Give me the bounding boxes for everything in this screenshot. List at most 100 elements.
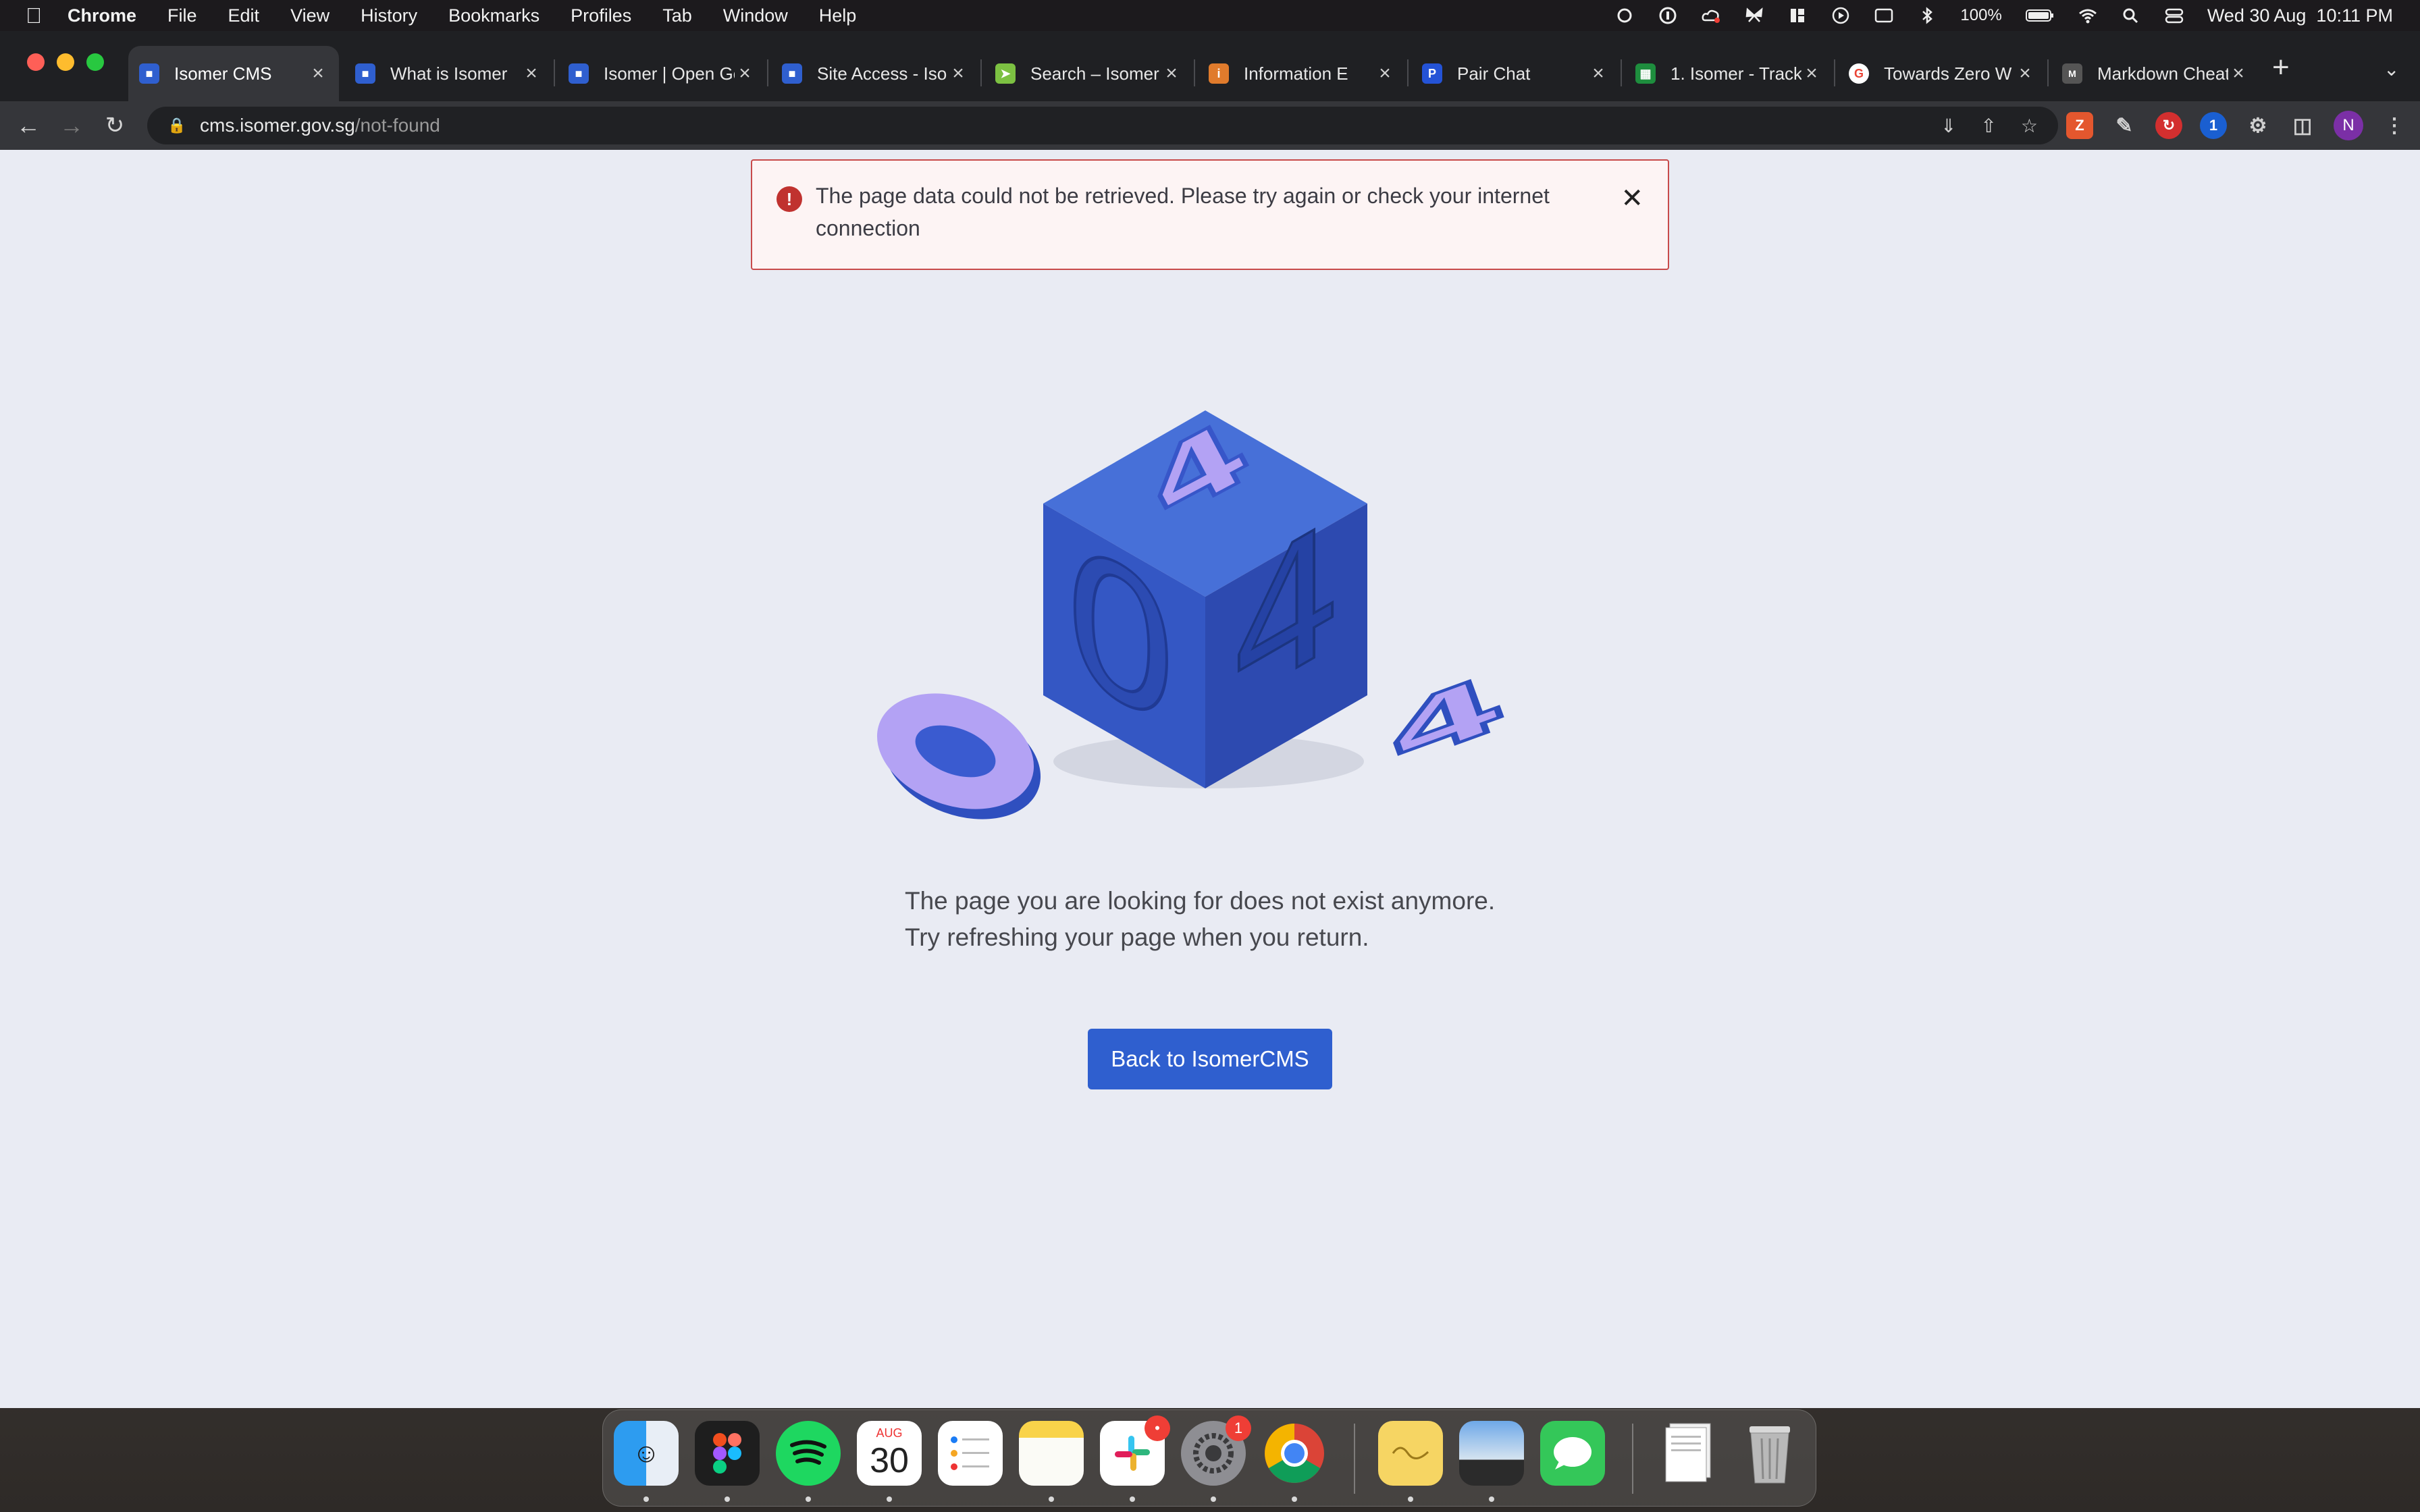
tab-close-icon[interactable]: × xyxy=(948,62,968,85)
bluetooth-icon[interactable] xyxy=(1917,7,1937,24)
tab-close-icon[interactable]: × xyxy=(1588,62,1608,85)
menu-tab[interactable]: Tab xyxy=(662,5,692,26)
pen-extension-icon[interactable]: ✎ xyxy=(2111,112,2138,139)
tab-close-icon[interactable]: × xyxy=(1801,62,1822,85)
menu-window[interactable]: Window xyxy=(723,5,788,26)
play-status-icon[interactable] xyxy=(1831,7,1851,24)
tab-title: Towards Zero W xyxy=(1884,63,2012,84)
tab-close-icon[interactable]: × xyxy=(2228,62,2248,85)
share-icon[interactable]: ⇧ xyxy=(1980,115,1996,137)
menu-history[interactable]: History xyxy=(361,5,417,26)
red-extension-icon[interactable]: ↻ xyxy=(2155,112,2182,139)
menu-app-name[interactable]: Chrome xyxy=(68,5,136,26)
tab-close-icon[interactable]: × xyxy=(1375,62,1395,85)
spotify-icon[interactable] xyxy=(776,1421,841,1486)
figma-icon[interactable] xyxy=(695,1421,760,1486)
menu-help[interactable]: Help xyxy=(819,5,857,26)
minimize-window-button[interactable] xyxy=(57,53,74,71)
tab-separator xyxy=(1621,59,1622,86)
new-tab-icon[interactable]: + xyxy=(2272,53,2290,82)
back-to-isomer-button[interactable]: Back to IsomerCMS xyxy=(1088,1029,1332,1089)
tab-isomer-track[interactable]: ▦ 1. Isomer - Track × xyxy=(1625,46,1833,101)
tab-pair-chat[interactable]: P Pair Chat × xyxy=(1411,46,1619,101)
sheets-favicon-icon: ▦ xyxy=(1635,63,1656,84)
menu-file[interactable]: File xyxy=(167,5,197,26)
tab-isomer-cms[interactable]: ■ Isomer CMS × xyxy=(128,46,339,101)
tab-title: Search – Isomer xyxy=(1030,63,1159,84)
layout-status-icon[interactable] xyxy=(1787,7,1808,24)
butterfly-status-icon[interactable] xyxy=(1744,7,1764,24)
tab-separator xyxy=(554,59,555,86)
zoom-window-button[interactable] xyxy=(86,53,104,71)
zotero-extension-icon[interactable]: Z xyxy=(2066,112,2093,139)
close-icon[interactable]: ✕ xyxy=(1621,185,1643,212)
battery-icon[interactable] xyxy=(2025,7,2055,24)
tab-search-isomer[interactable]: ➤ Search – Isomer × xyxy=(984,46,1192,101)
onepassword-status-icon[interactable] xyxy=(1658,7,1678,24)
tab-title: Information E xyxy=(1244,63,1348,84)
slack-icon[interactable]: • xyxy=(1100,1415,1170,1486)
menu-view[interactable]: View xyxy=(290,5,330,26)
browser-window: ■ Isomer CMS × ■ What is Isomer × ■ Isom… xyxy=(0,31,2420,1408)
tab-close-icon[interactable]: × xyxy=(735,62,755,85)
information-favicon-icon: i xyxy=(1209,63,1229,84)
tab-information[interactable]: i Information E × xyxy=(1198,46,1406,101)
calendar-icon[interactable]: AUG 30 xyxy=(857,1421,922,1486)
stickies-icon[interactable] xyxy=(1378,1421,1443,1486)
finder-icon[interactable]: ☺ xyxy=(614,1421,679,1486)
menubar-datetime[interactable]: Wed 30 Aug 10:11 PM xyxy=(2207,5,2393,26)
spotlight-search-icon[interactable] xyxy=(2121,7,2141,24)
install-app-icon[interactable]: ⇓ xyxy=(1941,115,1956,137)
documents-stack-icon[interactable] xyxy=(1656,1421,1721,1486)
puzzle-extensions-icon[interactable]: ⚙ xyxy=(2244,112,2271,139)
messages-icon[interactable] xyxy=(1540,1421,1605,1486)
tab-site-access[interactable]: ■ Site Access - Iso × xyxy=(771,46,979,101)
tab-close-icon[interactable]: × xyxy=(2015,62,2035,85)
notes-icon[interactable] xyxy=(1019,1421,1084,1486)
message-line-2: Try refreshing your page when you return… xyxy=(905,923,1369,951)
menu-profiles[interactable]: Profiles xyxy=(571,5,631,26)
tab-isomer-open-gov[interactable]: ■ Isomer | Open Gov × xyxy=(558,46,766,101)
tab-close-icon[interactable]: × xyxy=(521,62,542,85)
bookmark-star-icon[interactable]: ☆ xyxy=(2021,115,2038,137)
slack-badge: • xyxy=(1145,1415,1170,1441)
apple-menu-icon[interactable]:  xyxy=(0,3,68,28)
control-center-icon[interactable] xyxy=(2164,7,2184,24)
caption-status-icon[interactable] xyxy=(1874,7,1894,24)
trash-icon[interactable] xyxy=(1737,1421,1802,1486)
system-settings-icon[interactable]: 1 xyxy=(1181,1415,1251,1486)
tab-separator xyxy=(2047,59,2049,86)
error-alert: ! The page data could not be retrieved. … xyxy=(751,159,1669,270)
tab-what-is-isomer[interactable]: ■ What is Isomer × xyxy=(344,46,552,101)
tab-title: Pair Chat xyxy=(1457,63,1531,84)
tab-close-icon[interactable]: × xyxy=(1161,62,1182,85)
tab-separator xyxy=(1194,59,1195,86)
onepassword-extension-icon[interactable]: 1 xyxy=(2200,112,2227,139)
tab-close-icon[interactable]: × xyxy=(308,62,328,85)
back-arrow-icon[interactable]: ← xyxy=(15,112,42,139)
side-panel-icon[interactable]: ◫ xyxy=(2289,112,2316,139)
reload-icon[interactable]: ↻ xyxy=(101,112,128,139)
notes-running-dot xyxy=(1049,1496,1054,1502)
isomer-favicon-icon: ■ xyxy=(782,63,802,84)
wifi-icon[interactable] xyxy=(2078,7,2098,24)
kebab-menu-icon[interactable]: ⋮ xyxy=(2381,112,2408,139)
close-window-button[interactable] xyxy=(27,53,45,71)
isomer-favicon-icon: ■ xyxy=(139,63,159,84)
tab-separator xyxy=(767,59,768,86)
tab-markdown-cheat[interactable]: M Markdown Cheat × xyxy=(2051,46,2259,101)
chrome-icon[interactable] xyxy=(1262,1421,1327,1486)
cloud-status-icon[interactable] xyxy=(1701,7,1721,24)
figma-status-icon[interactable] xyxy=(1614,7,1635,24)
tab-search-chevron-icon[interactable]: ⌄ xyxy=(2384,58,2399,80)
menu-bookmarks[interactable]: Bookmarks xyxy=(448,5,540,26)
address-bar[interactable]: 🔒 cms.isomer.gov.sg/not-found ⇓ ⇧ ☆ xyxy=(147,107,2058,144)
profile-avatar[interactable]: N xyxy=(2334,111,2363,140)
tab-towards-zero[interactable]: G Towards Zero W × xyxy=(1838,46,2046,101)
preview-icon[interactable] xyxy=(1459,1421,1524,1486)
lock-icon[interactable]: 🔒 xyxy=(167,117,186,134)
menu-edit[interactable]: Edit xyxy=(228,5,260,26)
tab-separator xyxy=(1407,59,1409,86)
forward-arrow-icon[interactable]: → xyxy=(58,112,85,139)
reminders-icon[interactable] xyxy=(938,1421,1003,1486)
